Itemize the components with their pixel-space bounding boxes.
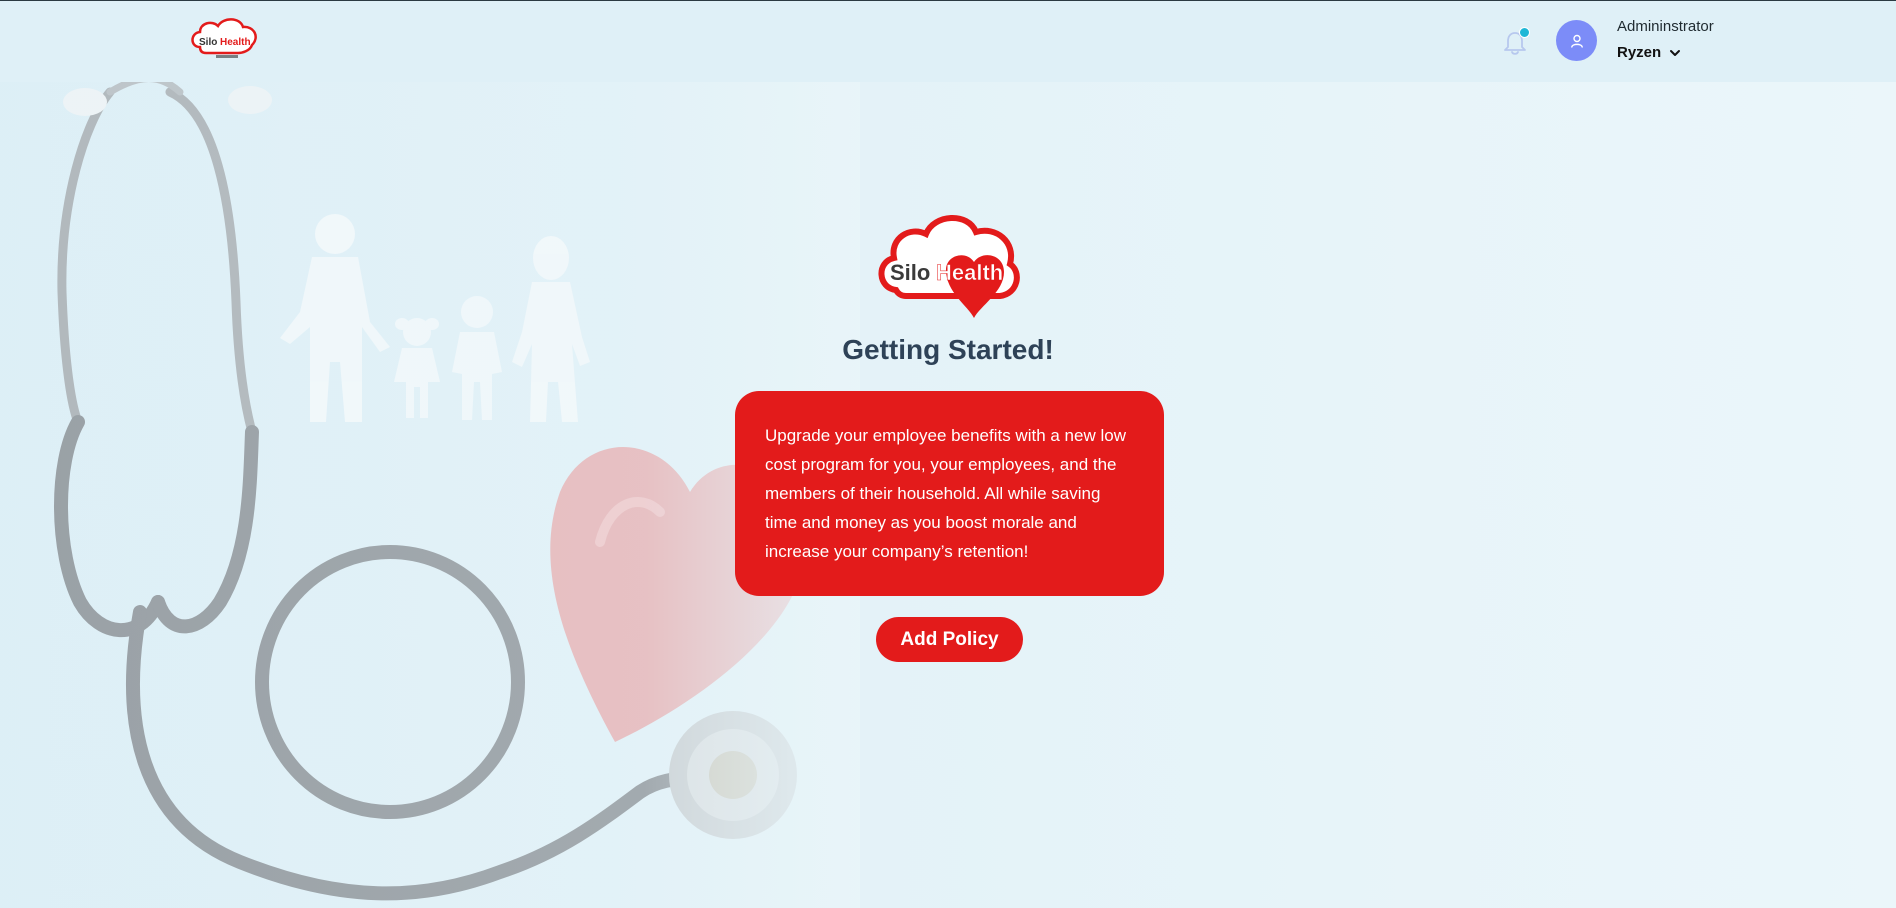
- stethoscope-heart-family-illustration: [0, 82, 860, 908]
- user-menu-toggle[interactable]: Ryzen: [1617, 44, 1681, 61]
- notification-unread-dot: [1519, 27, 1530, 38]
- intro-description: Upgrade your employee benefits with a ne…: [765, 426, 1126, 561]
- chevron-down-icon: [1670, 49, 1681, 56]
- center-logo-text-accent: Health: [936, 260, 1003, 285]
- intro-card: Upgrade your employee benefits with a ne…: [735, 391, 1164, 596]
- add-policy-button[interactable]: Add Policy: [876, 617, 1023, 662]
- center-logo-text: Silo: [890, 260, 930, 285]
- page-title: Getting Started!: [842, 334, 1054, 365]
- avatar[interactable]: [1556, 20, 1597, 61]
- user-icon: [1570, 34, 1583, 48]
- brand-logo-text-accent: Health: [220, 37, 251, 48]
- top-navigation-bar: [0, 0, 1896, 82]
- user-role-label: Admininstrator: [1617, 18, 1714, 35]
- user-name: Ryzen: [1617, 44, 1662, 61]
- silohealth-center-logo: Silo Health: [878, 215, 1020, 318]
- brand-logo-text: Silo: [199, 37, 217, 48]
- silohealth-logo[interactable]: Silo Health: [190, 17, 260, 63]
